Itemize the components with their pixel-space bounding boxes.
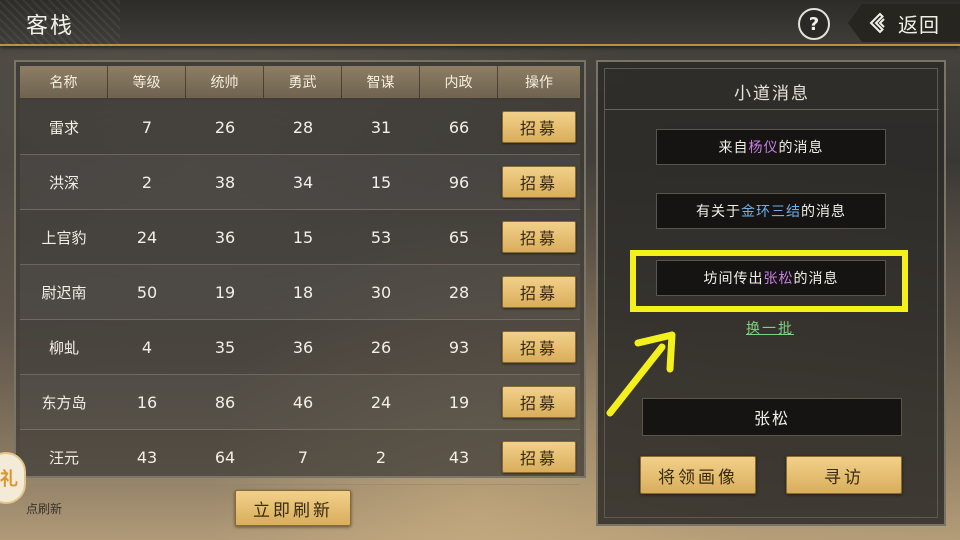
message-highlight: 杨仪 — [748, 140, 779, 156]
command-value: 38 — [214, 172, 236, 192]
general-name: 洪深 — [48, 173, 79, 192]
page-title: 客栈 — [26, 14, 75, 39]
strategy-value: 24 — [370, 392, 392, 412]
action-cell: 招募 — [498, 166, 580, 198]
column-header-name: 名称 — [20, 66, 108, 98]
command-value: 35 — [214, 337, 236, 357]
level-value: 43 — [136, 447, 158, 467]
politics-value: 65 — [448, 227, 470, 247]
auto-refresh-text: 点刷新 — [26, 502, 63, 516]
strategy-value: 2 — [375, 447, 387, 467]
general-portrait-button[interactable]: 将领画像 — [640, 456, 756, 494]
gift-badge-text: 礼 — [0, 469, 18, 490]
top-bar: 客栈 ? 返回 — [0, 0, 960, 46]
back-label: 返回 — [898, 12, 940, 37]
valor-value: 15 — [292, 227, 314, 247]
news-panel-title: 小道消息 — [734, 84, 810, 104]
highlight-annotation-box — [630, 250, 908, 312]
message-prefix: 来自 — [718, 140, 749, 156]
back-button[interactable]: 返回 — [848, 4, 960, 42]
switch-batch-link[interactable]: 换一批 — [700, 318, 840, 338]
help-button[interactable]: ? — [798, 8, 830, 40]
action-cell: 招募 — [498, 441, 580, 473]
politics-value: 66 — [448, 117, 470, 137]
column-header-politics: 内政 — [420, 66, 498, 98]
general-name: 东方岛 — [41, 393, 87, 412]
action-cell: 招募 — [498, 276, 580, 308]
recruit-button[interactable]: 招募 — [502, 386, 576, 418]
politics-value: 28 — [448, 282, 470, 302]
recruit-button[interactable]: 招募 — [502, 441, 576, 473]
seek-visit-button[interactable]: 寻访 — [786, 456, 902, 494]
table-row: 汪元 43 64 7 2 43 招募 — [20, 430, 580, 485]
command-value: 19 — [214, 282, 236, 302]
level-value: 50 — [136, 282, 158, 302]
action-cell: 招募 — [498, 386, 580, 418]
back-arrow-icon — [868, 12, 890, 34]
action-cell: 招募 — [498, 331, 580, 363]
message-highlight: 金环三结 — [741, 204, 801, 220]
valor-value: 36 — [292, 337, 314, 357]
valor-value: 34 — [292, 172, 314, 192]
selected-general-name: 张松 — [642, 398, 902, 436]
recruit-table-panel: 名称 等级 统帅 勇武 智谋 内政 操作 雷求 7 26 28 31 66 招募… — [14, 60, 586, 485]
column-header-level: 等级 — [108, 66, 186, 98]
valor-value: 18 — [292, 282, 314, 302]
level-value: 16 — [136, 392, 158, 412]
general-name: 雷求 — [48, 118, 79, 137]
command-value: 36 — [214, 227, 236, 247]
column-header-command: 统帅 — [186, 66, 264, 98]
table-row: 雷求 7 26 28 31 66 招募 — [20, 100, 580, 155]
action-cell: 招募 — [498, 221, 580, 253]
table-row: 洪深 2 38 34 15 96 招募 — [20, 155, 580, 210]
recruit-button[interactable]: 招募 — [502, 166, 576, 198]
column-header-action: 操作 — [525, 75, 553, 91]
message-suffix: 的消息 — [801, 204, 846, 220]
politics-value: 96 — [448, 172, 470, 192]
politics-value: 93 — [448, 337, 470, 357]
level-value: 24 — [136, 227, 158, 247]
action-cell: 招募 — [498, 111, 580, 143]
general-name: 柳虬 — [48, 338, 79, 357]
strategy-value: 26 — [370, 337, 392, 357]
strategy-value: 31 — [370, 117, 392, 137]
table-row: 尉迟南 50 19 18 30 28 招募 — [20, 265, 580, 320]
table-row: 柳虬 4 35 36 26 93 招募 — [20, 320, 580, 375]
column-header-strategy: 智谋 — [342, 66, 420, 98]
refresh-now-button[interactable]: 立即刷新 — [235, 490, 351, 526]
table-header: 名称 等级 统帅 勇武 智谋 内政 操作 — [20, 66, 580, 98]
level-value: 4 — [141, 337, 153, 357]
message-suffix: 的消息 — [778, 140, 824, 156]
valor-value: 46 — [292, 392, 314, 412]
politics-value: 43 — [448, 447, 470, 467]
news-message-1[interactable]: 来自 杨仪 的消息 — [656, 129, 886, 165]
message-prefix: 有关于 — [696, 204, 741, 220]
valor-value: 7 — [297, 447, 309, 467]
column-header-valor: 勇武 — [264, 66, 342, 98]
recruit-button[interactable]: 招募 — [502, 276, 576, 308]
table-row: 东方岛 16 86 46 24 19 招募 — [20, 375, 580, 430]
recruit-button[interactable]: 招募 — [502, 331, 576, 363]
strategy-value: 53 — [370, 227, 392, 247]
news-message-2[interactable]: 有关于 金环三结 的消息 — [656, 193, 886, 229]
title-divider — [605, 109, 939, 110]
table-row: 上官豹 24 36 15 53 65 招募 — [20, 210, 580, 265]
recruit-button[interactable]: 招募 — [502, 111, 576, 143]
strategy-value: 15 — [370, 172, 392, 192]
command-value: 86 — [214, 392, 236, 412]
strategy-value: 30 — [370, 282, 392, 302]
command-value: 26 — [214, 117, 236, 137]
command-value: 64 — [214, 447, 236, 467]
level-value: 2 — [141, 172, 153, 192]
general-name: 尉迟南 — [41, 283, 87, 302]
recruit-button[interactable]: 招募 — [502, 221, 576, 253]
general-name: 上官豹 — [41, 228, 87, 247]
valor-value: 28 — [292, 117, 314, 137]
table-body: 雷求 7 26 28 31 66 招募 洪深 2 38 34 15 96 招募 … — [20, 100, 580, 485]
level-value: 7 — [141, 117, 153, 137]
general-name: 汪元 — [48, 448, 79, 467]
politics-value: 19 — [448, 392, 470, 412]
